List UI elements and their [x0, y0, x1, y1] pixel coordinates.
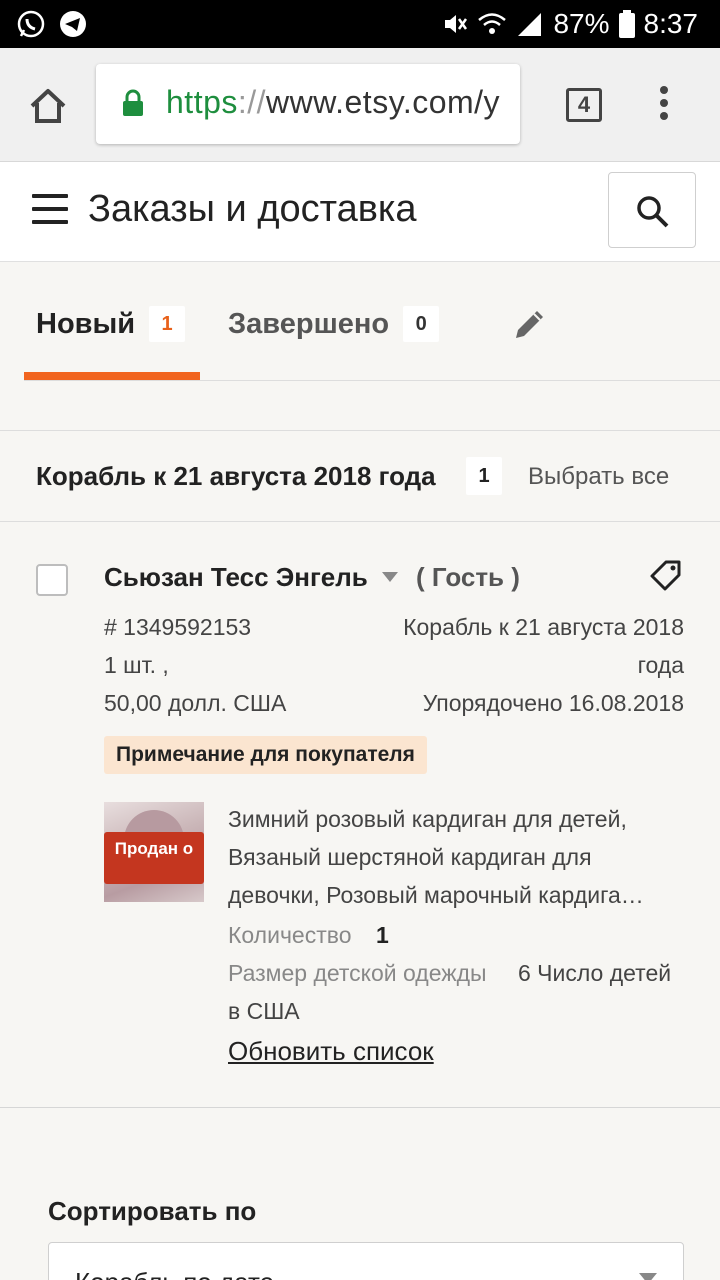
- order-checkbox[interactable]: [36, 564, 68, 596]
- sort-select-value: Корабль по дате: [75, 1267, 274, 1280]
- address-bar[interactable]: https://www.etsy.com/y: [96, 64, 520, 144]
- quantity-label: Количество: [228, 922, 352, 948]
- tab-completed-label: Завершено: [228, 307, 390, 340]
- battery-icon: [618, 10, 635, 38]
- tab-new[interactable]: Новый 1: [36, 306, 186, 342]
- active-tab-indicator: [24, 372, 200, 380]
- whatsapp-icon: [17, 10, 45, 38]
- chevron-down-icon[interactable]: [382, 572, 398, 582]
- divider: [24, 380, 720, 381]
- overflow-menu-icon[interactable]: [652, 84, 676, 128]
- home-icon[interactable]: [26, 84, 70, 128]
- tab-new-count: 1: [149, 306, 186, 342]
- tag-icon[interactable]: [648, 556, 684, 592]
- tab-completed-count: 0: [403, 306, 440, 342]
- wifi-icon: [478, 13, 507, 34]
- tab-completed[interactable]: Завершено 0: [228, 306, 440, 342]
- status-bar: 87% 8:37: [0, 0, 720, 48]
- ship-date-group-header: Корабль к 21 августа 2018 года 1 Выбрать…: [0, 430, 720, 522]
- size-value: 6 Число детей: [518, 960, 672, 986]
- page-title: Заказы и доставка: [88, 188, 417, 230]
- size-value-cont: в США: [228, 998, 300, 1024]
- guest-label: ( Гость ): [416, 562, 520, 592]
- order-quantity: 1 шт. ,: [104, 652, 169, 678]
- ordered-date: Упорядочено 16.08.2018: [422, 690, 684, 716]
- battery-percent: 87%: [553, 8, 610, 39]
- select-all-link[interactable]: Выбрать все: [528, 463, 669, 491]
- url-text: https://www.etsy.com/y: [166, 84, 501, 120]
- sort-label: Сортировать по: [48, 1196, 257, 1226]
- ship-by-date-cont: года: [637, 652, 684, 678]
- buyer-note-badge[interactable]: Примечание для покупателя: [104, 736, 427, 774]
- tab-new-label: Новый: [36, 307, 136, 340]
- order-number: # 1349592153: [104, 614, 252, 640]
- sort-select[interactable]: Корабль по дате: [48, 1242, 684, 1280]
- signal-icon: [518, 13, 542, 36]
- order-card: Сьюзан Тесс Энгель ( Гость ) # 134959215…: [0, 522, 720, 1108]
- lock-icon: [123, 89, 143, 116]
- quantity-value: 1: [376, 922, 389, 948]
- tab-switcher-button[interactable]: 4: [566, 88, 602, 122]
- chevron-down-icon: [639, 1273, 657, 1280]
- page-header: Заказы и доставка: [0, 162, 720, 262]
- ship-by-date: Корабль к 21 августа 2018: [403, 614, 684, 640]
- hamburger-menu-icon[interactable]: [32, 194, 68, 224]
- pencil-icon[interactable]: [512, 306, 548, 342]
- update-listing-link[interactable]: Обновить список: [228, 1036, 434, 1067]
- search-icon: [637, 196, 669, 228]
- search-button[interactable]: [608, 172, 696, 248]
- buyer-name[interactable]: Сьюзан Тесс Энгель: [104, 562, 368, 593]
- order-price: 50,00 долл. США: [104, 690, 287, 716]
- group-title: Корабль к 21 августа 2018 года: [36, 461, 436, 491]
- clock: 8:37: [643, 8, 699, 39]
- telegram-icon: [60, 11, 86, 37]
- size-label: Размер детской одежды: [228, 960, 487, 986]
- order-tabs: Новый 1 Завершено 0: [0, 262, 720, 382]
- group-count-badge: 1: [466, 457, 502, 495]
- sold-badge: Продан о: [104, 832, 204, 884]
- mute-icon: [445, 15, 468, 33]
- browser-toolbar: https://www.etsy.com/y 4: [0, 48, 720, 162]
- product-title[interactable]: Зимний розовый кардиган для детей, Вязан…: [228, 800, 668, 914]
